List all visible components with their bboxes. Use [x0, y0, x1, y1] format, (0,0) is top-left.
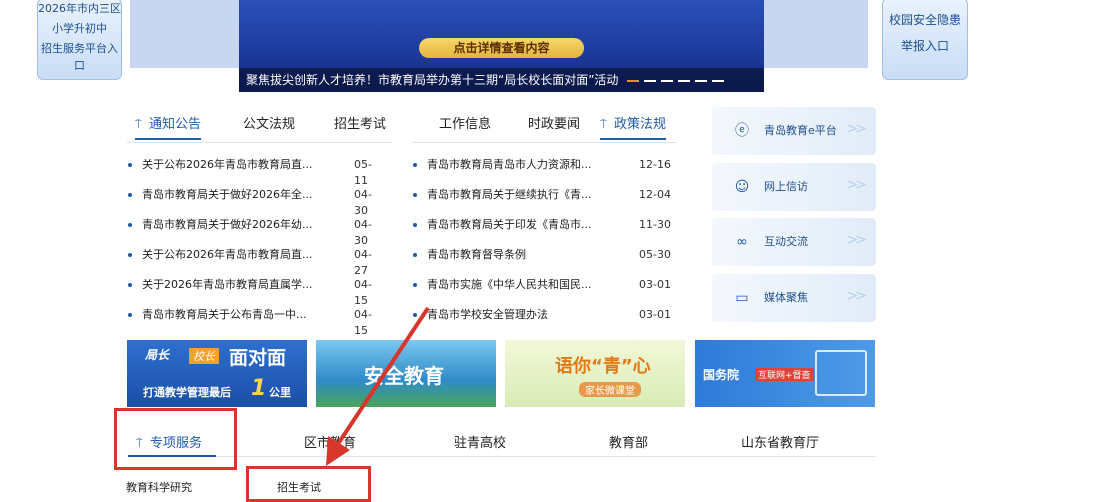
tab-universities[interactable]: 驻青高校 [454, 432, 506, 451]
service-e-platform[interactable]: ⓔ 青岛教育e平台 >> [712, 107, 876, 155]
tab-ministry[interactable]: 教育部 [609, 432, 648, 451]
news-carousel[interactable]: 点击详情查看内容 聚焦拔尖创新人才培养！市教育局举办第十三期“局长校长面对面”活… [239, 0, 764, 92]
double-chevron-icon: >> [846, 121, 868, 137]
pin-icon: ⍑ [135, 118, 142, 131]
details-button[interactable]: 点击详情查看内容 [419, 38, 584, 58]
highlight-box [114, 408, 237, 470]
tab-enrollment[interactable]: 招生考试 [334, 114, 386, 142]
entry-line: 招生服务平台入 [41, 42, 118, 55]
list-item[interactable]: 关于公布2026年青岛市教育局直... 05-11 [128, 157, 383, 187]
link-icon: ∞ [736, 234, 748, 250]
entry-line: 2026年市内三区 [38, 2, 121, 15]
video-icon: ▭ [735, 290, 749, 306]
pin-icon: ⍑ [600, 118, 607, 131]
user-icon: ☺ [734, 179, 750, 195]
double-chevron-icon: >> [846, 232, 868, 248]
left-tab-bar: ⍑ 通知公告 公文法规 招生考试 [127, 114, 392, 144]
tile-parent-class[interactable]: 语你“青”心 家长微课堂 [505, 340, 685, 407]
list-item[interactable]: 关于公布2026年青岛市教育局直... 04-27 [128, 247, 383, 277]
tab-provincial-department[interactable]: 山东省教育厅 [741, 432, 819, 451]
service-label: 青岛教育e平台 [764, 124, 837, 137]
list-item[interactable]: 青岛市教育局关于印发《青岛市... 11-30 [413, 217, 673, 247]
list-item[interactable]: 青岛市教育局关于做好2026年全... 04-30 [128, 187, 383, 217]
list-item[interactable]: 青岛市学校安全管理办法 03-01 [413, 307, 673, 337]
service-label: 网上信访 [764, 180, 808, 193]
entry-line: 校园安全隐患 [888, 13, 961, 27]
tab-work-info[interactable]: 工作信息 [439, 114, 491, 142]
carousel-dot[interactable] [712, 79, 725, 82]
tab-policies[interactable]: ⍑ 政策法规 [600, 114, 667, 142]
double-chevron-icon: >> [846, 177, 868, 193]
list-item[interactable]: 青岛市教育局关于做好2026年幼... 04-30 [128, 217, 383, 247]
annotation-arrow [326, 306, 430, 466]
entry-line: 小学升初中 [52, 22, 107, 35]
carousel-dot[interactable] [695, 79, 708, 82]
carousel-dot[interactable] [661, 79, 674, 82]
policy-list: 青岛市教育局青岛市人力资源和... 12-16 青岛市教育局关于继续执行《青...… [413, 157, 673, 337]
entry-line: 口 [74, 59, 85, 72]
carousel-dot[interactable] [627, 79, 640, 82]
computer-icon [815, 350, 867, 396]
highlight-box [246, 466, 371, 502]
carousel-dot[interactable] [678, 79, 691, 82]
tile-state-council[interactable]: 国务院 互联网+督查 [695, 340, 875, 407]
service-media[interactable]: ▭ 媒体聚焦 >> [712, 274, 876, 322]
list-item[interactable]: 青岛市教育局青岛市人力资源和... 12-16 [413, 157, 673, 187]
right-tab-bar: 工作信息 时政要闻 ⍑ 政策法规 [412, 114, 677, 144]
carousel-dot[interactable] [644, 79, 657, 82]
service-label: 媒体聚焦 [764, 291, 808, 304]
safety-report-entry[interactable]: 校园安全隐患 举报入口 [882, 0, 968, 80]
caption-text: 聚焦拔尖创新人才培养！市教育局举办第十三期“局长校长面对面”活动 [246, 73, 619, 87]
tile-principal-dialogue[interactable]: 局长 校长 面对面 打通教学管理最后 1 公里 [127, 340, 307, 407]
enrollment-platform-entry[interactable]: 2026年市内三区 小学升初中 招生服务平台入 口 [37, 0, 122, 80]
e-platform-icon: ⓔ [735, 123, 749, 139]
service-interaction[interactable]: ∞ 互动交流 >> [712, 218, 876, 266]
double-chevron-icon: >> [846, 288, 868, 304]
list-item[interactable]: 青岛市教育督导条例 05-30 [413, 247, 673, 277]
entry-line: 举报入口 [900, 39, 949, 53]
sub-item-research[interactable]: 教育科学研究 [126, 479, 192, 495]
tab-divider [412, 142, 677, 143]
tab-divider [127, 142, 392, 143]
service-label: 互动交流 [764, 235, 808, 248]
list-item[interactable]: 青岛市教育局关于继续执行《青... 12-04 [413, 187, 673, 217]
tab-notices[interactable]: ⍑ 通知公告 [135, 114, 202, 142]
service-petition[interactable]: ☺ 网上信访 >> [712, 163, 876, 211]
tab-current-affairs[interactable]: 时政要闻 [528, 114, 580, 142]
carousel-caption[interactable]: 聚焦拔尖创新人才培养！市教育局举办第十三期“局长校长面对面”活动 [239, 68, 764, 92]
tab-regulations[interactable]: 公文法规 [243, 114, 295, 142]
list-item[interactable]: 青岛市实施《中华人民共和国民... 03-01 [413, 277, 673, 307]
